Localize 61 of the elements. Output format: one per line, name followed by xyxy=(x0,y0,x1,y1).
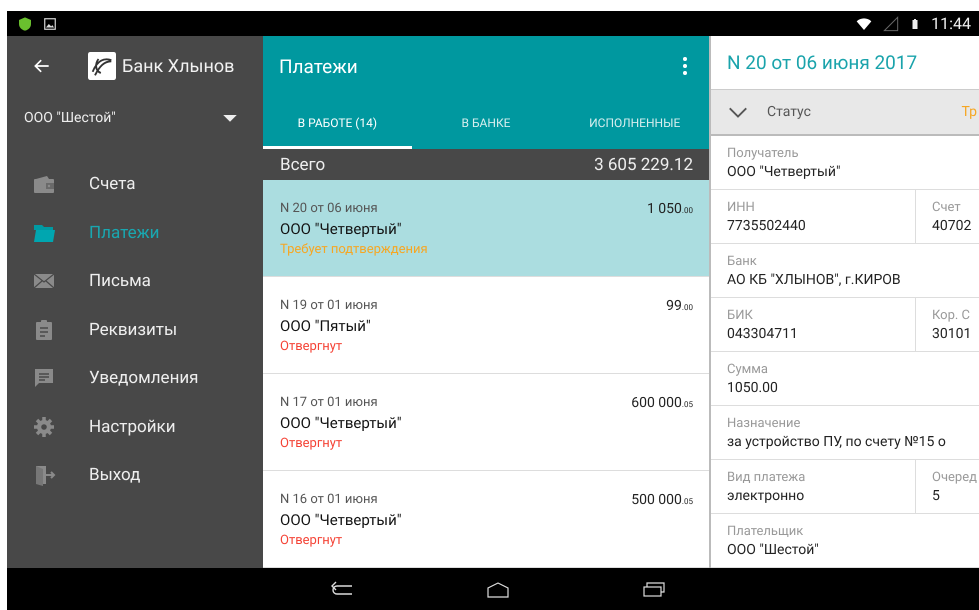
nav-item[interactable]: Уведомления xyxy=(7,354,263,402)
payment-status: Отвергнут xyxy=(280,533,344,548)
field-value: электронно xyxy=(727,488,806,504)
nav-item[interactable]: Настройки xyxy=(7,402,263,451)
field-value: ООО "Четвертый" xyxy=(727,164,842,180)
field-label: Плательщик xyxy=(727,524,804,538)
company-selector[interactable]: ООО "Шестой" xyxy=(7,96,263,140)
more-options-icon[interactable] xyxy=(683,57,687,75)
payee-name: ООО "Четвертый" xyxy=(280,511,402,529)
field-label: ИНН xyxy=(727,200,756,214)
status-value: Тр xyxy=(962,104,978,120)
field-value: 043304711 xyxy=(727,326,799,342)
bank-logo-icon xyxy=(88,52,116,80)
field-label: Получатель xyxy=(727,146,800,160)
nav-item[interactable]: Выход xyxy=(7,451,263,500)
field-label: Сумма xyxy=(727,362,769,376)
image-icon xyxy=(43,16,57,30)
payment-status: Отвергнут xyxy=(280,339,344,354)
field-label: Банк xyxy=(727,254,758,268)
app-title: Банк Хлынов xyxy=(122,56,234,76)
payment-amount: 1 050.00 xyxy=(646,201,693,219)
field-label: Вид платежа xyxy=(727,470,806,484)
nav-item[interactable]: Счета xyxy=(7,160,263,208)
payment-amount: 600 000.05 xyxy=(631,395,693,413)
payment-amount: 99.00 xyxy=(666,298,693,316)
nav-item[interactable]: Письма xyxy=(7,257,263,306)
field-label: Очеред xyxy=(932,470,978,484)
total-amount: 3 605 229.12 xyxy=(594,154,693,174)
field-label: БИК xyxy=(727,308,754,322)
field-label: Назначение xyxy=(727,416,802,430)
nav-item[interactable]: Реквизиты xyxy=(7,306,263,354)
payment-number: N 20 от 06 июня xyxy=(280,201,379,216)
payment-status: Требует подтверждения xyxy=(280,242,428,257)
payment-number: N 16 от 01 июня xyxy=(280,492,379,507)
clock-time: 11:44 xyxy=(931,14,971,33)
payment-number: N 19 от 01 июня xyxy=(280,298,378,313)
field-value: АО КБ "ХЛЫНОВ", г.КИРОВ xyxy=(727,272,902,288)
field-label: Кор. С xyxy=(932,308,972,322)
shield-icon xyxy=(17,16,33,32)
wifi-icon xyxy=(855,16,874,32)
field-label: Счет xyxy=(932,200,962,214)
status-row[interactable]: Статус Тр xyxy=(711,90,979,136)
payment-number: N 17 от 01 июня xyxy=(280,395,379,410)
page-title: Платежи xyxy=(279,54,358,78)
signal-icon xyxy=(883,16,900,32)
field-value: за устройство ПУ, по счету №15 о xyxy=(727,434,947,450)
payee-name: ООО "Пятый" xyxy=(280,317,372,335)
payment-item[interactable]: N 20 от 06 июня ООО "Четвертый" Требует подтверждения 1 050.00 xyxy=(263,180,709,277)
field-value: 7735502440 xyxy=(727,218,807,234)
field-value: ООО "Шестой" xyxy=(727,542,820,558)
payment-amount: 500 000.05 xyxy=(631,492,693,510)
payment-status: Отвергнут xyxy=(280,436,344,451)
total-label: Всего xyxy=(280,154,326,174)
status-label: Статус xyxy=(767,104,811,120)
settings-icon xyxy=(32,414,56,439)
field-value: 30101 xyxy=(932,326,972,342)
field-value: 1050.00 xyxy=(727,380,779,396)
field-value: 5 xyxy=(932,488,941,504)
payee-name: ООО "Четвертый" xyxy=(280,220,403,238)
field-value: 40702 xyxy=(932,218,972,234)
payee-name: ООО "Четвертый" xyxy=(280,414,402,432)
